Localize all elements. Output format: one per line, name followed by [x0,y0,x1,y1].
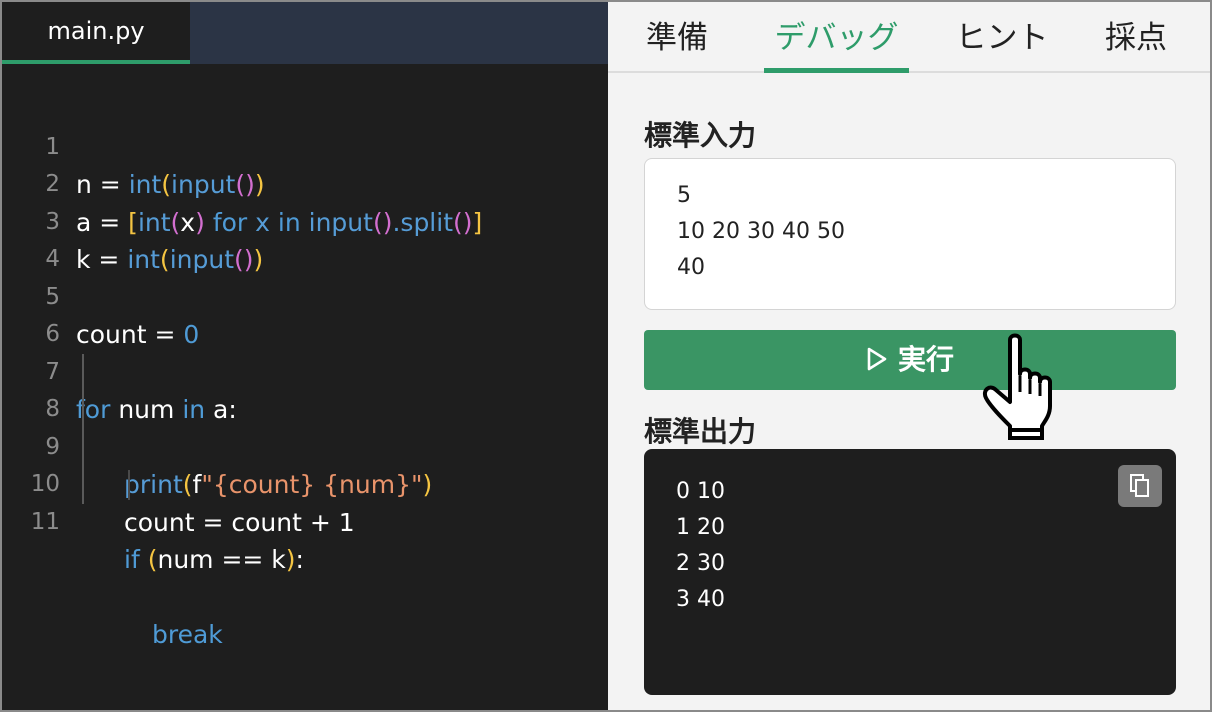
tab-prepare[interactable]: 準備 [642,16,712,60]
copy-icon [1130,474,1149,497]
panel-tabs: 準備 デバッグ ヒント 採点 [608,2,1210,73]
code-line: 2 a = [int(x) for x in input().split()] [2,129,608,237]
copy-button[interactable] [1118,465,1162,507]
indent-guide [82,466,84,504]
code-line: 8 print(f"{count} {num}") [2,353,608,499]
stdin-textarea[interactable]: 5 10 20 30 40 50 40 [644,158,1176,310]
app-window: main.py 1 n = int(input()) 2 a = [int(x)… [0,0,1212,712]
tab-grading[interactable]: 採点 [1102,16,1170,60]
code-text: count = count + 1 [124,507,355,537]
indent-guide [82,428,84,466]
code-line: 11 break [2,466,608,649]
indent-guide [82,391,84,429]
play-icon [867,347,887,371]
pointer-hand-icon [983,333,1052,440]
debug-panel: 準備 デバッグ ヒント 採点 標準入力 5 10 20 30 40 50 40 … [608,2,1210,710]
file-tab-main-py[interactable]: main.py [2,2,190,64]
stdout-line: 1 20 [676,515,725,540]
code-line: 4 [2,204,608,272]
stdin-label: 標準入力 [644,119,757,152]
tab-debug[interactable]: デバッグ [764,16,909,60]
tab-hint[interactable]: ヒント [954,16,1050,60]
code-area[interactable]: 1 n = int(input()) 2 a = [int(x) for x i… [2,91,608,650]
code-line: 9 count = count + 1 [2,391,608,537]
code-text: break [152,620,223,649]
code-text: if (num == k): [124,545,304,574]
code-line: 7 for num in a: [2,316,608,425]
stdout-panel: 0 10 1 20 2 30 3 40 [644,449,1176,695]
stdin-line: 40 [677,255,705,280]
run-button-label: 実行 [897,343,954,376]
active-tab-indicator [764,68,909,73]
code-editor[interactable]: main.py 1 n = int(input()) 2 a = [int(x)… [2,2,608,710]
line-number: 11 [30,508,60,535]
stdin-line: 5 [677,183,691,208]
code-line: 1 n = int(input()) [2,91,608,200]
indent-guide [128,470,130,500]
run-button[interactable]: 実行 [644,330,1176,390]
stdout-line: 3 40 [676,587,725,612]
indent-guide [82,353,84,391]
stdin-line: 10 20 30 40 50 [677,219,845,244]
code-line: 3 k = int(input()) [2,166,608,275]
stdout-label: 標準出力 [644,415,757,448]
code-line: 10 if (num == k): [2,428,608,574]
code-line: 5 count = 0 [2,241,608,350]
stdout-line: 0 10 [676,479,725,504]
stdout-line: 2 30 [676,551,725,576]
code-line: 6 [2,279,608,347]
editor-tab-bar: main.py [2,2,608,64]
